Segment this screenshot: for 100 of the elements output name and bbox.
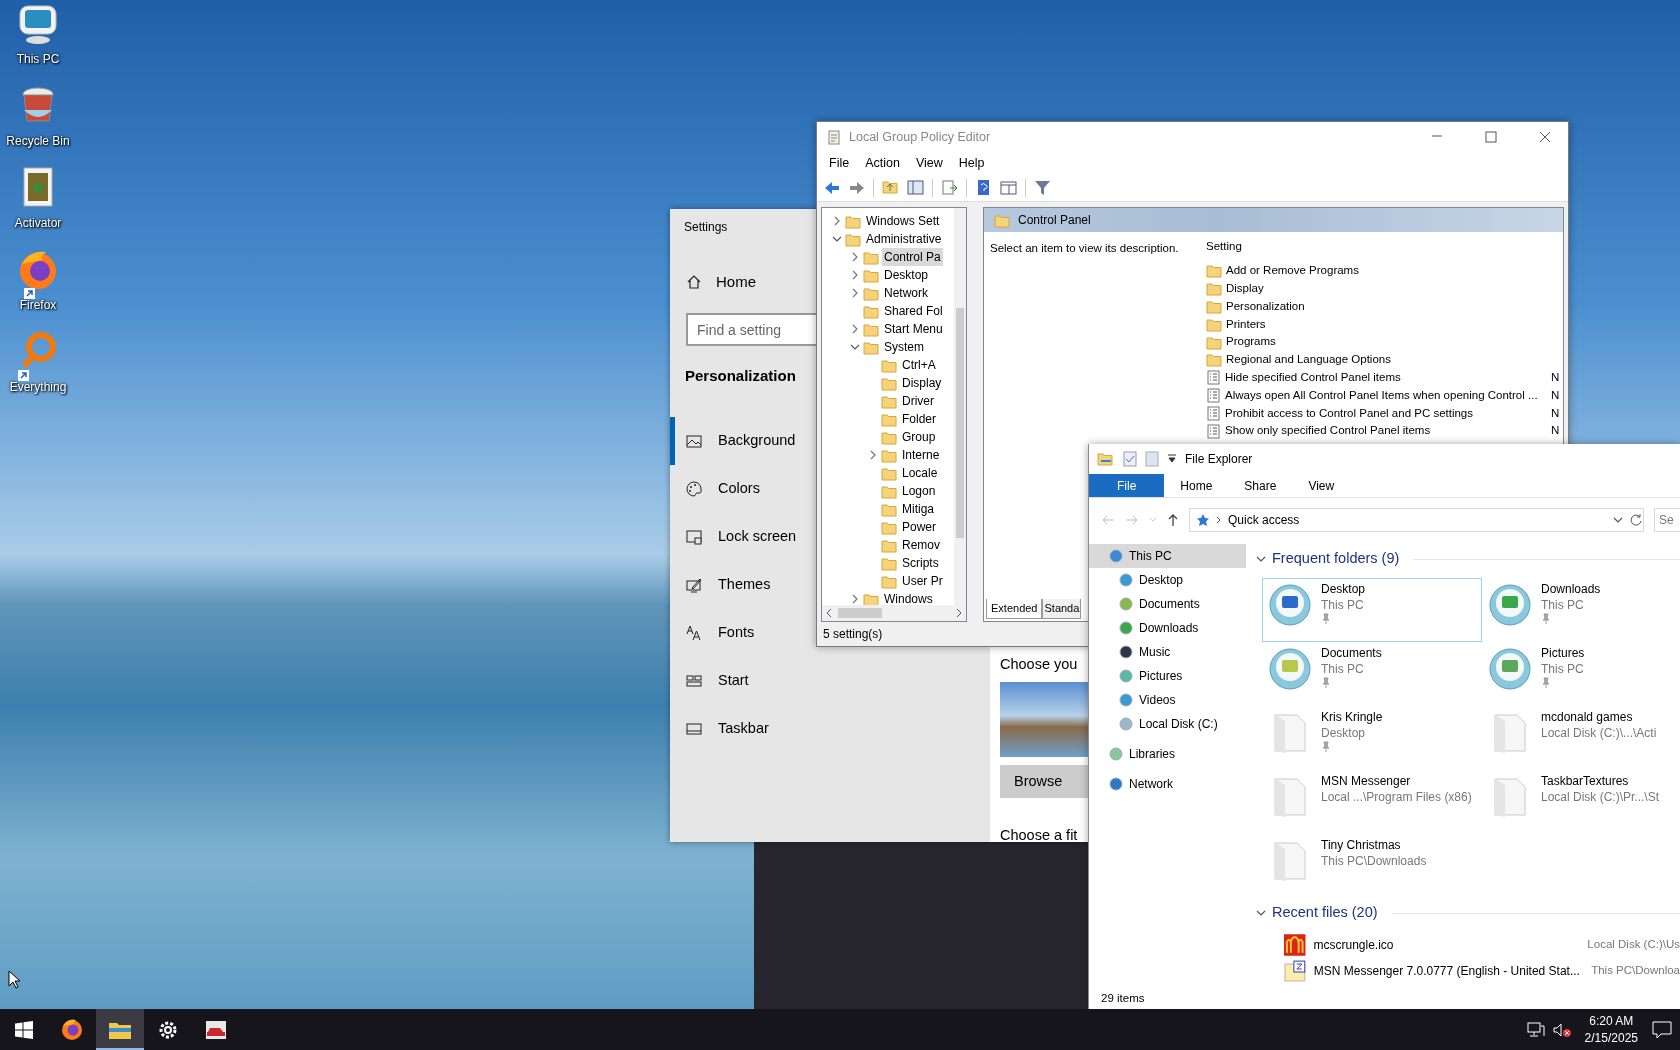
nav-item[interactable]: Desktop [1089,568,1246,592]
tree-item[interactable]: Shared Fol [882,302,945,320]
clock[interactable]: 6:20 AM 2/15/2025 [1578,1012,1644,1047]
taskbar-app-button[interactable] [96,1009,144,1050]
page-tab[interactable]: Standa [1042,599,1082,619]
setting-name[interactable]: Add or Remove Programs [1226,262,1547,280]
dropdown-icon[interactable] [1167,454,1177,464]
help-icon[interactable] [975,179,992,196]
setting-name[interactable]: Prohibit access to Control Panel and PC settings [1225,404,1547,422]
folder-tile[interactable]: Kris Kringle Desktop [1262,706,1482,770]
chevron-right-icon[interactable] [851,251,859,263]
settings-nav-item[interactable]: Themes [670,561,816,609]
network-icon[interactable] [1526,1021,1545,1038]
folder-tile[interactable]: mcdonald games Local Disk (C:)\...\Acti [1482,706,1680,770]
tree-item[interactable]: Control Pa [882,248,943,266]
tree-item[interactable]: Scripts [900,554,941,572]
folder-up-icon[interactable] [882,179,899,196]
settings-nav-item[interactable]: Fonts [670,609,816,657]
tree-item[interactable]: Remov [900,536,942,554]
folder-tile[interactable]: TaskbarTextures Local Disk (C:)\Pr...\St [1482,770,1680,834]
tree-item[interactable]: Power [900,518,938,536]
nav-item[interactable]: Libraries [1089,742,1246,766]
nav-item[interactable]: Music [1089,640,1246,664]
menu-item[interactable]: Action [857,152,908,174]
setting-name[interactable]: Personalization [1226,297,1547,316]
settings-nav-item[interactable]: Background [670,417,816,465]
recent-file-row[interactable]: MSN Messenger 7.0.0777 (English - United Stat... This PC\Downloa [1284,958,1680,984]
refresh-icon[interactable] [1629,513,1643,527]
folder-tile[interactable]: Pictures This PC [1482,642,1680,706]
folder-tile[interactable]: Desktop This PC [1262,578,1482,642]
collapse-icon[interactable] [1256,555,1266,563]
nav-item[interactable]: Documents [1089,592,1246,616]
nav-item[interactable]: Downloads [1089,616,1246,640]
tree-item[interactable]: Locale [900,464,940,482]
menu-item[interactable]: File [821,152,858,174]
tree-item[interactable]: Administrative [864,230,944,248]
forward-arrow-icon[interactable] [848,179,865,196]
tree-item[interactable]: System [882,338,926,356]
setting-name[interactable]: Printers [1226,315,1547,333]
filter-icon[interactable] [1034,179,1051,196]
ribbon-tab[interactable]: View [1292,474,1351,497]
chevron-right-icon[interactable] [851,323,859,335]
notification-icon[interactable] [1652,1020,1672,1039]
page-tab[interactable]: Extended [986,599,1043,619]
tree-item[interactable]: Windows [882,590,935,605]
setting-name[interactable]: Show only specified Control Panel items [1225,422,1547,440]
setting-name[interactable]: Hide specified Control Panel items [1225,369,1547,387]
vertical-scrollbar[interactable] [954,208,966,605]
chevron-right-icon[interactable] [869,449,877,461]
chevron-right-icon[interactable] [833,215,841,227]
address-bar[interactable]: Quick access [1189,508,1644,532]
folder-tile[interactable]: Documents This PC [1262,642,1482,706]
chevron-right-icon[interactable] [851,593,859,605]
desktop-icon-label[interactable]: Activator [14,214,62,232]
settings-nav-item[interactable]: Taskbar [670,705,816,753]
tree-item[interactable]: Ctrl+A [900,356,938,374]
tree-item[interactable]: User Pr [900,572,945,590]
tree-item[interactable]: Folder [900,410,938,428]
column-header[interactable]: Setting [1206,238,1242,256]
tree-item[interactable]: Logon [900,482,938,500]
collapse-icon[interactable] [1256,909,1266,917]
chevron-down-icon[interactable] [832,235,842,243]
settings-nav-item[interactable]: Colors [670,465,816,513]
console-tree-icon[interactable] [907,179,924,196]
nav-item[interactable]: Local Disk (C:) [1089,712,1246,736]
tree-item[interactable]: Windows Sett [864,212,942,230]
tree-item[interactable]: Group [900,428,938,446]
nav-item[interactable]: Videos [1089,688,1246,712]
up-arrow-icon[interactable] [1167,513,1179,527]
desktop-icon-label[interactable]: This PC [16,50,60,68]
tree-item[interactable]: Display [900,374,944,392]
tree-item[interactable]: Interne [900,446,942,464]
browse-button[interactable]: Browse [1000,765,1088,798]
setting-name[interactable]: Display [1226,280,1547,298]
tree-item[interactable]: Start Menu [882,320,945,338]
horizontal-scrollbar[interactable] [822,605,966,621]
menu-item[interactable]: View [907,152,951,174]
chevron-right-icon[interactable] [851,287,859,299]
tree-item[interactable]: Network [882,284,930,302]
group-heading[interactable]: Recent files (20) [1272,902,1378,924]
settings-nav-item[interactable]: Start [670,657,816,705]
tree-item[interactable]: Mitiga [900,500,936,518]
back-arrow-icon[interactable] [823,179,840,196]
folder-tile[interactable]: Tiny Christmas This PC\Downloads [1262,834,1482,898]
export-list-icon[interactable] [941,179,958,196]
speaker-icon[interactable] [1552,1021,1571,1038]
tree-item[interactable]: Desktop [882,266,931,284]
settings-nav-item[interactable]: Lock screen [670,513,816,561]
setting-name[interactable]: Always open All Control Panel Items when opening Control ... [1225,386,1547,405]
nav-item[interactable]: This PC [1089,544,1246,568]
ribbon-tab[interactable]: File [1089,474,1165,497]
nav-item[interactable]: Pictures [1089,664,1246,688]
setting-name[interactable]: Regional and Language Options [1226,351,1547,369]
desktop-icon-label[interactable]: Recycle Bin [6,132,70,150]
recent-file-row[interactable]: mcscrungle.ico Local Disk (C:)\Us [1284,932,1680,958]
folder-tile[interactable]: MSN Messenger Local ...\Program Files (x86) [1262,770,1482,834]
folder-tile[interactable]: Downloads This PC [1482,578,1680,642]
chevron-down-icon[interactable] [850,343,860,351]
setting-name[interactable]: Programs [1226,333,1547,351]
tree-item[interactable]: Driver [900,392,936,410]
